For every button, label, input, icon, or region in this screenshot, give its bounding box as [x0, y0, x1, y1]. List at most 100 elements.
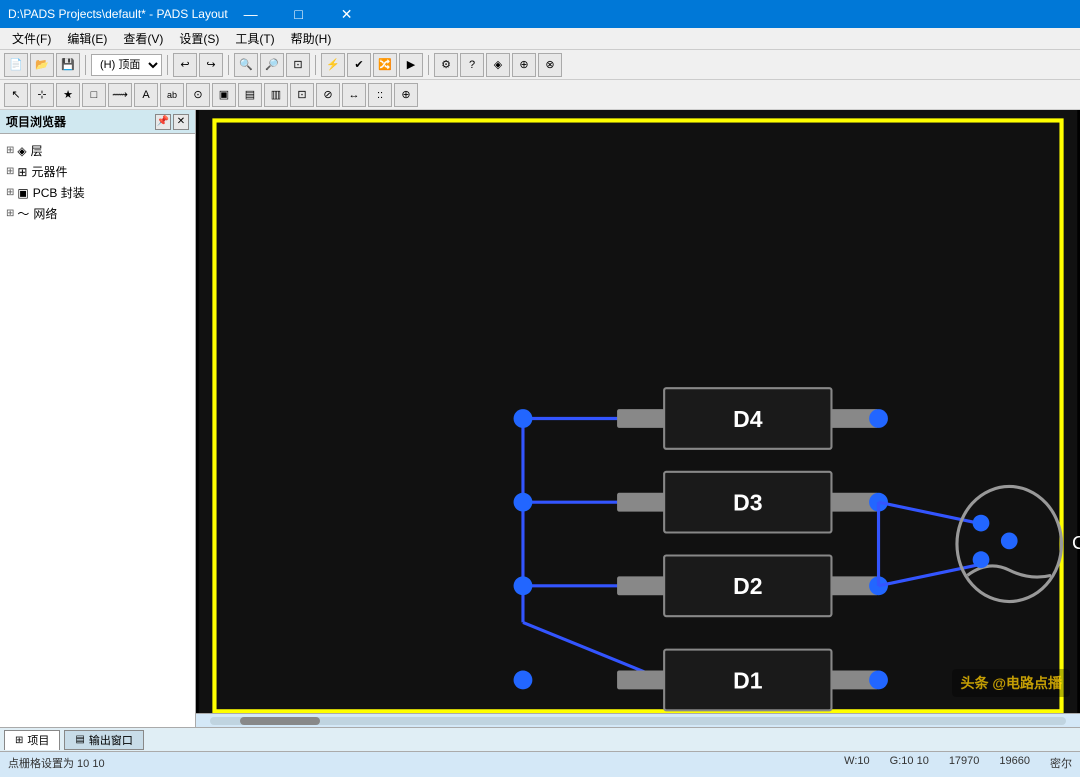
- tree-item-nets[interactable]: ⊞ 〜 网络: [6, 203, 189, 224]
- horizontal-scrollbar[interactable]: [196, 713, 1080, 727]
- fit-button[interactable]: ⊡: [286, 53, 310, 77]
- expand-icon-components: ⊞: [6, 166, 14, 177]
- output-tab-icon: ▤: [75, 734, 84, 745]
- drill-btn[interactable]: ⊙: [186, 83, 210, 107]
- pour-btn[interactable]: ▥: [264, 83, 288, 107]
- main-area: 项目浏览器 📌 ✕ ⊞ ◈ 层 ⊞ ⊞ 元器件 ⊞ ▣ PCB 封装: [0, 110, 1080, 727]
- tree-label-components: 元器件: [31, 163, 67, 180]
- menubar: 文件(F) 编辑(E) 查看(V) 设置(S) 工具(T) 帮助(H): [0, 28, 1080, 50]
- fill-btn[interactable]: ▤: [238, 83, 262, 107]
- copper-btn[interactable]: ▣: [212, 83, 236, 107]
- sidebar-title: 项目浏览器: [6, 113, 66, 130]
- menu-help[interactable]: 帮助(H): [283, 28, 340, 49]
- d3-left-pin: [617, 493, 669, 512]
- settings-button[interactable]: ⚙: [434, 53, 458, 77]
- tab-project[interactable]: ⊞ 项目: [4, 730, 60, 750]
- trace-btn[interactable]: ⟿: [108, 83, 132, 107]
- extra-btn3[interactable]: ⊗: [538, 53, 562, 77]
- d1-left-pin: [617, 671, 669, 690]
- route-button[interactable]: ⚡: [321, 53, 345, 77]
- tree-label-layers: 层: [31, 142, 43, 159]
- zoom-out-button[interactable]: 🔎: [260, 53, 284, 77]
- menu-tools[interactable]: 工具(T): [227, 28, 282, 49]
- close-button[interactable]: ✕: [324, 0, 370, 28]
- separator3: [228, 55, 229, 75]
- scrollbar-thumb[interactable]: [240, 717, 320, 725]
- tree-item-components[interactable]: ⊞ ⊞ 元器件: [6, 161, 189, 182]
- menu-settings[interactable]: 设置(S): [171, 28, 227, 49]
- status-g: G:10 10: [890, 755, 929, 771]
- dim-btn[interactable]: ↔: [342, 83, 366, 107]
- expand-icon-layers: ⊞: [6, 145, 14, 156]
- tab-output[interactable]: ▤ 输出窗口: [64, 730, 143, 750]
- check-button[interactable]: ✔: [347, 53, 371, 77]
- watermark: 头条 @电路点播: [952, 669, 1070, 697]
- keepout-btn[interactable]: ⊘: [316, 83, 340, 107]
- c1-dot3: [1001, 532, 1018, 549]
- save-button[interactable]: 💾: [56, 53, 80, 77]
- via-btn[interactable]: ⊡: [290, 83, 314, 107]
- title-text: D:\PADS Projects\default* - PADS Layout: [8, 7, 228, 21]
- c1-dot2: [973, 551, 990, 568]
- minimize-button[interactable]: —: [228, 0, 274, 28]
- project-tab-icon: ⊞: [15, 735, 23, 746]
- new-button[interactable]: 📄: [4, 53, 28, 77]
- maximize-button[interactable]: □: [276, 0, 322, 28]
- d4-left-pin: [617, 409, 669, 428]
- origin-btn[interactable]: ⊕: [394, 83, 418, 107]
- tree-item-layers[interactable]: ⊞ ◈ 层: [6, 140, 189, 161]
- dot-d2-left: [514, 576, 533, 595]
- undo-button[interactable]: ↩: [173, 53, 197, 77]
- help-button[interactable]: ?: [460, 53, 484, 77]
- sidebar-header: 项目浏览器 📌 ✕: [0, 110, 195, 134]
- extra-btn1[interactable]: ◈: [486, 53, 510, 77]
- titlebar: D:\PADS Projects\default* - PADS Layout …: [0, 0, 1080, 28]
- d2-left-pin: [617, 576, 669, 595]
- watermark-text: 头条 @电路点播: [960, 675, 1062, 691]
- text-btn[interactable]: A: [134, 83, 158, 107]
- d1-label: D1: [733, 667, 763, 693]
- separator2: [167, 55, 168, 75]
- pin-button[interactable]: 📌: [155, 114, 171, 130]
- dot-d3-left: [514, 493, 533, 512]
- status-mode: 密尔: [1050, 755, 1072, 771]
- separator4: [315, 55, 316, 75]
- open-button[interactable]: 📂: [30, 53, 54, 77]
- tree-label-pcb: PCB 封装: [33, 184, 85, 201]
- status-x: 17970: [949, 755, 980, 771]
- layers-icon: ◈: [17, 144, 26, 158]
- dot-d1-right: [869, 671, 888, 690]
- status-w: W:10: [844, 755, 870, 771]
- c1-dot1: [973, 515, 990, 532]
- tab-project-label: 项目: [27, 732, 49, 748]
- dot-d4-right: [869, 409, 888, 428]
- d3-label: D3: [733, 490, 762, 516]
- zoom-in-button[interactable]: 🔍: [234, 53, 258, 77]
- extra-btn2[interactable]: ⊕: [512, 53, 536, 77]
- menu-file[interactable]: 文件(F): [4, 28, 59, 49]
- ab-btn[interactable]: ab: [160, 83, 184, 107]
- select2-btn[interactable]: ⊹: [30, 83, 54, 107]
- status-right: W:10 G:10 10 17970 19660 密尔: [844, 755, 1072, 771]
- menu-edit[interactable]: 编辑(E): [59, 28, 115, 49]
- pcb-canvas-area[interactable]: D4 D3 D2 D1: [196, 110, 1080, 727]
- redo-button[interactable]: ↪: [199, 53, 223, 77]
- toolbar2: ↖ ⊹ ★ □ ⟿ A ab ⊙ ▣ ▤ ▥ ⊡ ⊘ ↔ :: ⊕: [0, 80, 1080, 110]
- sidebar-close-button[interactable]: ✕: [173, 114, 189, 130]
- menu-view[interactable]: 查看(V): [115, 28, 171, 49]
- tab-output-label: 输出窗口: [89, 732, 133, 748]
- auto-route-button[interactable]: ▶: [399, 53, 423, 77]
- comp-btn[interactable]: □: [82, 83, 106, 107]
- tree-item-pcb[interactable]: ⊞ ▣ PCB 封装: [6, 182, 189, 203]
- grid-btn[interactable]: ::: [368, 83, 392, 107]
- nets-icon: 〜: [17, 205, 29, 222]
- scrollbar-track: [210, 717, 1066, 725]
- highlight-btn[interactable]: ★: [56, 83, 80, 107]
- fanout-button[interactable]: 🔀: [373, 53, 397, 77]
- components-icon: ⊞: [17, 165, 27, 179]
- layer-select[interactable]: (H) 顶面 (B) 底面: [91, 54, 162, 76]
- pcb-icon: ▣: [17, 186, 28, 200]
- select-btn[interactable]: ↖: [4, 83, 28, 107]
- window-controls: — □ ✕: [228, 0, 370, 28]
- c1-label: C1: [1072, 532, 1080, 553]
